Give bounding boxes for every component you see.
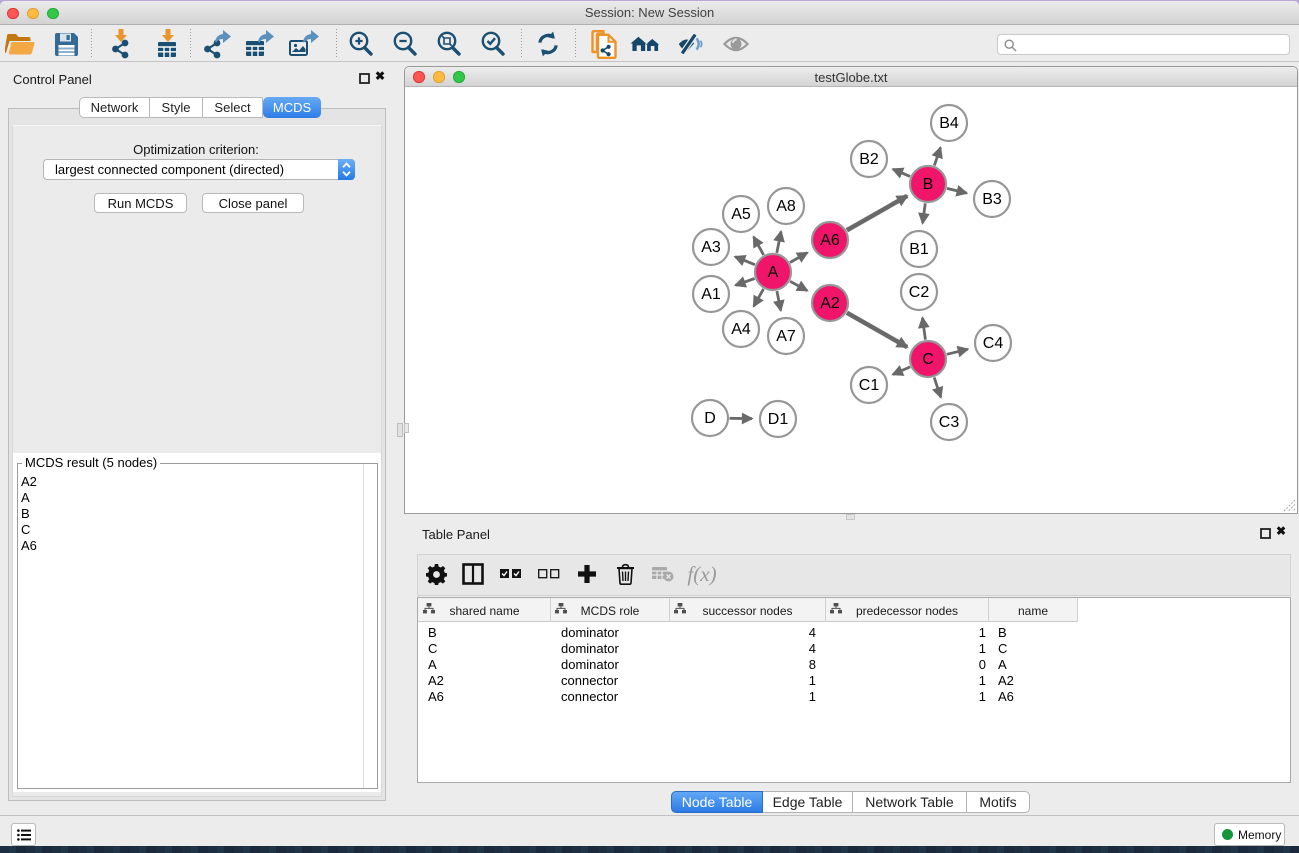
svg-text:A1: A1: [701, 286, 721, 303]
svg-text:A6: A6: [820, 232, 840, 249]
svg-text:D: D: [704, 410, 716, 427]
svg-text:C1: C1: [859, 377, 880, 394]
svg-text:A4: A4: [731, 321, 751, 338]
svg-text:B1: B1: [909, 241, 929, 258]
svg-text:A3: A3: [701, 239, 721, 256]
svg-text:C3: C3: [939, 414, 960, 431]
svg-text:B3: B3: [982, 191, 1002, 208]
svg-text:B: B: [923, 176, 934, 193]
svg-text:B2: B2: [859, 151, 879, 168]
svg-text:C2: C2: [909, 284, 930, 301]
svg-text:B4: B4: [939, 115, 959, 132]
svg-text:D1: D1: [768, 411, 789, 428]
svg-text:A8: A8: [776, 198, 796, 215]
svg-text:C4: C4: [983, 335, 1004, 352]
svg-text:A5: A5: [731, 206, 751, 223]
svg-text:A2: A2: [820, 295, 840, 312]
svg-text:A: A: [768, 264, 779, 281]
svg-text:A7: A7: [776, 328, 796, 345]
svg-text:C: C: [922, 351, 934, 368]
